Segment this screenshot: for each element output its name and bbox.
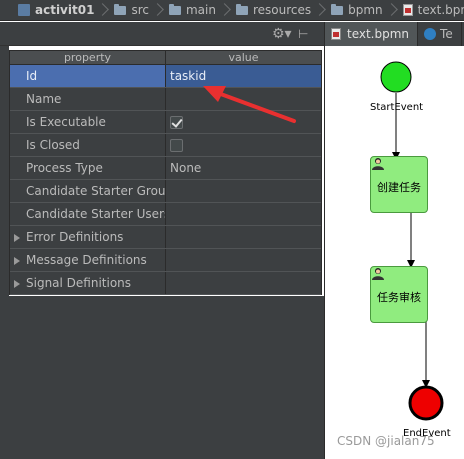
task-label: 创建任务 [377, 181, 421, 194]
process-type-select[interactable]: None [166, 157, 321, 179]
properties-header: property value [10, 51, 321, 65]
property-row-is-executable[interactable]: Is Executable [10, 111, 321, 134]
bpmn-diagram-canvas[interactable]: StartEvent 创建任务 任务审核 EndEvent [324, 46, 464, 459]
folder-icon [168, 3, 181, 15]
property-row-error-definitions[interactable]: Error Definitions [10, 226, 321, 249]
column-header-property[interactable]: property [10, 51, 166, 64]
chevron-right-icon [220, 0, 228, 20]
watermark: CSDN @jialan75 [337, 434, 435, 448]
property-name: Process Type [10, 157, 166, 179]
gear-icon[interactable]: ⚙▾ [272, 26, 292, 42]
start-event-label[interactable]: StartEvent [370, 102, 423, 113]
candidate-starter-group-input[interactable] [166, 180, 321, 202]
start-event-shape [380, 61, 412, 93]
tab-label: Te [440, 27, 453, 41]
breadcrumb-item-bpmn[interactable]: bpmn [325, 0, 397, 20]
chevron-right-icon [98, 0, 106, 20]
chevron-right-icon [387, 0, 395, 20]
property-row-name[interactable]: Name [10, 88, 321, 111]
user-task-icon [372, 268, 384, 280]
project-icon [18, 4, 30, 16]
property-row-signal-definitions[interactable]: Signal Definitions [10, 272, 321, 295]
editor-tabs: text.bpmn Te [324, 22, 464, 46]
properties-toolbar: ⚙▾ ⊢ [0, 22, 324, 46]
property-value [166, 226, 321, 248]
property-row-message-definitions[interactable]: Message Definitions [10, 249, 321, 272]
is-executable-checkbox[interactable] [170, 116, 183, 129]
properties-empty-area [9, 296, 324, 459]
expand-arrow-icon[interactable] [14, 257, 20, 265]
property-name: Error Definitions [26, 230, 124, 244]
name-value-input[interactable] [166, 88, 321, 110]
tab-te[interactable]: Te [418, 22, 462, 46]
property-value [166, 272, 321, 294]
bpmn-file-icon [402, 4, 413, 16]
task-create[interactable]: 创建任务 [370, 156, 428, 213]
folder-icon [114, 3, 127, 15]
property-name: Name [10, 88, 166, 110]
breadcrumb-label: text.bpmn [417, 3, 464, 17]
is-closed-checkbox[interactable] [170, 139, 183, 152]
property-group-signal-definitions[interactable]: Signal Definitions [10, 272, 166, 294]
breadcrumb-label: main [185, 3, 216, 17]
folder-icon [235, 3, 248, 15]
property-name: Is Closed [10, 134, 166, 156]
user-task-icon [372, 158, 384, 170]
breadcrumb: activit01 src main resources bpmn text.b… [0, 0, 464, 21]
property-row-id[interactable]: Id taskid [10, 65, 321, 88]
property-group-error-definitions[interactable]: Error Definitions [10, 226, 166, 248]
property-row-is-closed[interactable]: Is Closed [10, 134, 321, 157]
breadcrumb-item-file[interactable]: text.bpmn [397, 0, 464, 20]
pin-icon[interactable]: ⊢ [298, 26, 318, 42]
is-executable-cell [166, 111, 321, 133]
chevron-right-icon [153, 0, 161, 20]
breadcrumb-item-resources[interactable]: resources [230, 0, 325, 20]
property-row-candidate-starter-group[interactable]: Candidate Starter Group [10, 180, 321, 203]
id-value-input[interactable]: taskid [166, 65, 321, 87]
expand-arrow-icon[interactable] [14, 280, 20, 288]
candidate-starter-users-input[interactable] [166, 203, 321, 225]
end-event-shape [408, 385, 444, 421]
property-name: Candidate Starter Group [10, 180, 166, 202]
breadcrumb-label: bpmn [348, 3, 383, 17]
breadcrumb-item-src[interactable]: src [108, 0, 163, 20]
property-row-process-type[interactable]: Process Type None [10, 157, 321, 180]
chevron-right-icon [315, 0, 323, 20]
task-label: 任务审核 [377, 291, 421, 304]
breadcrumb-label: activit01 [35, 3, 95, 17]
task-review[interactable]: 任务审核 [370, 266, 428, 323]
breadcrumb-item-main[interactable]: main [163, 0, 230, 20]
property-name: Signal Definitions [26, 276, 132, 290]
properties-table: property value Id taskid Name Is Executa… [9, 50, 322, 295]
breadcrumb-item-project[interactable]: activit01 [0, 0, 108, 20]
property-name: Candidate Starter Users [10, 203, 166, 225]
property-name: Message Definitions [26, 253, 147, 267]
bpmn-file-icon [331, 28, 341, 40]
folder-icon [331, 3, 344, 15]
property-name: Id [10, 65, 166, 87]
property-value [166, 249, 321, 271]
property-group-message-definitions[interactable]: Message Definitions [10, 249, 166, 271]
left-tool-strip [0, 46, 9, 459]
property-name: Is Executable [10, 111, 166, 133]
class-icon [424, 28, 437, 40]
breadcrumb-label: resources [252, 3, 312, 17]
breadcrumb-label: src [131, 3, 149, 17]
tab-text-bpmn[interactable]: text.bpmn [325, 22, 419, 46]
tab-label: text.bpmn [347, 27, 410, 41]
expand-arrow-icon[interactable] [14, 234, 20, 242]
property-row-candidate-starter-users[interactable]: Candidate Starter Users [10, 203, 321, 226]
column-header-value[interactable]: value [166, 51, 321, 64]
is-closed-cell [166, 134, 321, 156]
